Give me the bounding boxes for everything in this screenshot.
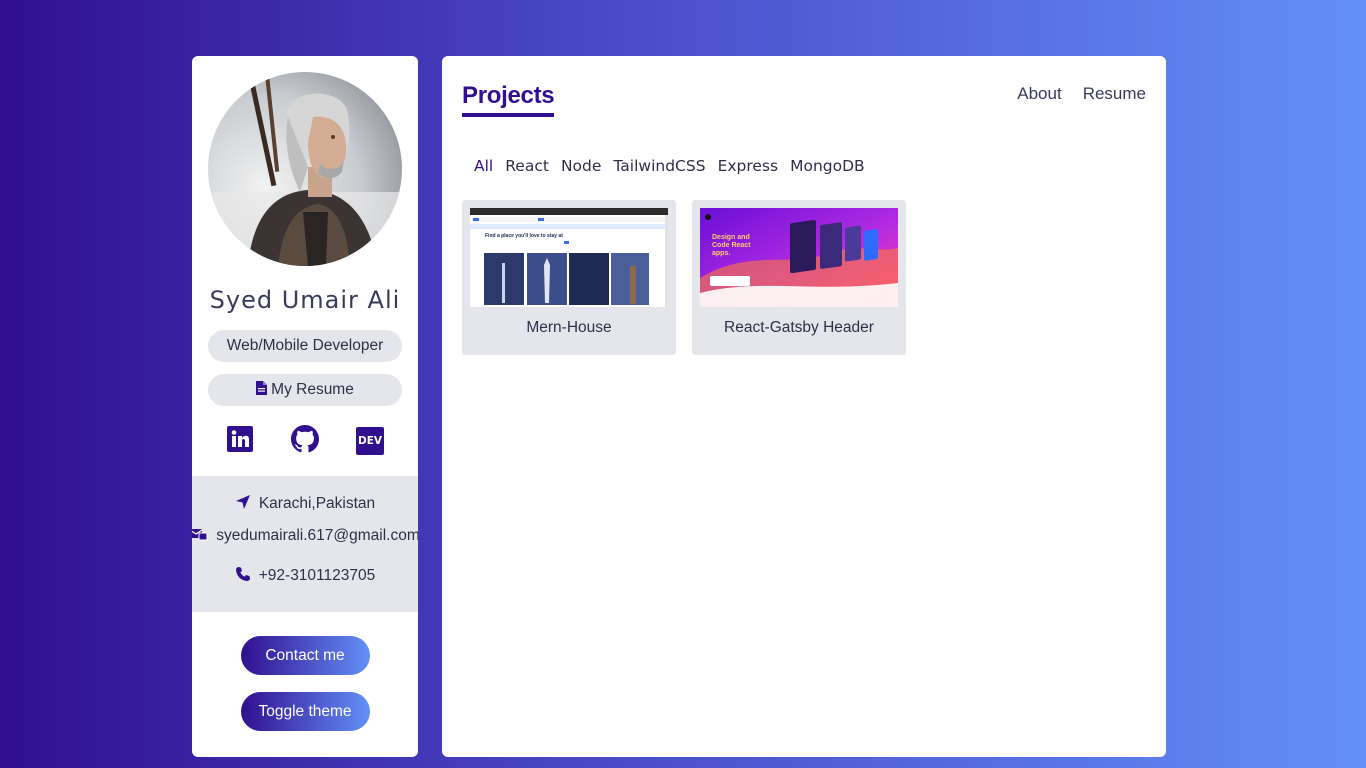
page-title: Projects bbox=[462, 82, 555, 117]
my-resume-button[interactable]: My Resume bbox=[208, 374, 402, 406]
location-arrow-icon bbox=[235, 494, 251, 515]
my-resume-label: My Resume bbox=[271, 381, 354, 398]
project-thumb-caption: Design and Code React apps. bbox=[712, 234, 751, 257]
email-row: syedumairali.617@gmail.com bbox=[192, 526, 418, 546]
toggle-theme-button[interactable]: Toggle theme bbox=[240, 692, 370, 731]
project-filters: All React Node TailwindCSS Express Mongo… bbox=[474, 157, 865, 175]
filter-all[interactable]: All bbox=[474, 157, 493, 175]
filter-mongodb[interactable]: MongoDB bbox=[790, 157, 865, 175]
phone-icon bbox=[235, 566, 251, 587]
github-link[interactable] bbox=[291, 424, 319, 458]
github-icon bbox=[291, 424, 319, 458]
role-badge: Web/Mobile Developer bbox=[208, 330, 402, 362]
contact-info: Karachi,Pakistan syedumairali.617@gmail.… bbox=[192, 476, 418, 612]
location-text: Karachi,Pakistan bbox=[258, 495, 376, 512]
project-thumbnail: Design and Code React apps. bbox=[700, 208, 898, 307]
filter-react[interactable]: React bbox=[505, 157, 549, 175]
document-icon bbox=[256, 380, 268, 400]
filter-node[interactable]: Node bbox=[561, 157, 601, 175]
project-thumbnail: Find a place you'll love to stay at bbox=[470, 208, 668, 307]
nav-about-link[interactable]: About bbox=[1017, 84, 1061, 104]
project-card-react-gatsby-header[interactable]: Design and Code React apps. React-Gatsby… bbox=[692, 200, 906, 355]
social-links: DEV bbox=[226, 424, 384, 458]
phone-text: +92-3101123705 bbox=[258, 567, 376, 584]
project-card-mern-house[interactable]: Find a place you'll love to stay at Mern… bbox=[462, 200, 676, 355]
email-text: syedumairali.617@gmail.com bbox=[216, 527, 418, 544]
email-icon bbox=[192, 527, 208, 546]
top-nav: About Resume bbox=[1017, 84, 1146, 104]
linkedin-link[interactable] bbox=[226, 425, 254, 457]
profile-sidebar: Syed Umair Ali Web/Mobile Developer My R… bbox=[192, 56, 418, 757]
filter-tailwindcss[interactable]: TailwindCSS bbox=[613, 157, 705, 175]
filter-express[interactable]: Express bbox=[718, 157, 779, 175]
project-title: Mern-House bbox=[526, 319, 612, 336]
projects-panel: Projects About Resume All React Node Tai… bbox=[442, 56, 1166, 757]
nav-resume-link[interactable]: Resume bbox=[1083, 84, 1146, 104]
dev-icon-label: DEV bbox=[357, 435, 382, 447]
role-label: Web/Mobile Developer bbox=[226, 337, 384, 354]
dev-link[interactable]: DEV bbox=[356, 427, 384, 455]
dev-icon: DEV bbox=[356, 427, 384, 455]
location-row: Karachi,Pakistan bbox=[235, 494, 375, 514]
avatar bbox=[208, 72, 402, 266]
phone-row: +92-3101123705 bbox=[235, 566, 376, 587]
project-thumb-caption: Find a place you'll love to stay at bbox=[485, 233, 563, 239]
project-grid: Find a place you'll love to stay at Mern… bbox=[462, 200, 906, 355]
linkedin-icon bbox=[227, 425, 253, 457]
profile-name: Syed Umair Ali bbox=[209, 286, 401, 314]
project-title: React-Gatsby Header bbox=[724, 319, 874, 336]
contact-me-button[interactable]: Contact me bbox=[240, 636, 370, 675]
